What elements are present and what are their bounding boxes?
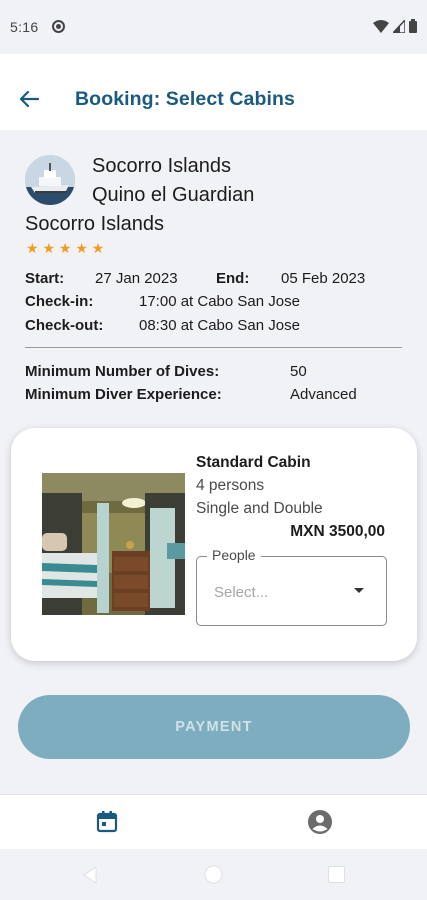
min-exp-value: Advanced — [290, 386, 357, 403]
bottom-nav — [0, 794, 427, 849]
recents-square-icon[interactable] — [328, 866, 345, 883]
checkout-value: 08:30 at Cabo San Jose — [139, 317, 300, 334]
min-dives-row: Minimum Number of Dives: — [25, 363, 219, 380]
start-row: Start: — [25, 270, 64, 287]
people-select-label: People — [207, 547, 261, 563]
signal-icon — [393, 19, 405, 33]
home-circle-icon[interactable] — [204, 865, 223, 884]
status-bar: 5:16 — [0, 0, 427, 54]
end-label: End: — [216, 270, 250, 287]
app-bar: Booking: Select Cabins — [0, 54, 427, 130]
people-select-value: Select... — [214, 584, 269, 601]
calendar-icon — [96, 811, 118, 833]
cabin-title: Standard Cabin — [196, 454, 311, 471]
system-nav-bar — [0, 849, 427, 900]
nav-bookings[interactable] — [92, 807, 122, 837]
checkin-row: Check-in: — [25, 293, 93, 310]
people-select[interactable]: People Select... — [196, 547, 387, 626]
end-value: 05 Feb 2023 — [281, 270, 366, 287]
arrow-back-icon — [19, 90, 39, 108]
checkout-label: Check-out: — [25, 317, 104, 334]
boat-avatar — [25, 155, 75, 205]
payment-button-label: PAYMENT — [175, 719, 253, 735]
notification-app-icon — [52, 20, 65, 33]
status-time: 5:16 — [10, 19, 39, 35]
start-label: Start: — [25, 270, 65, 287]
boat-name: Quino el Guardian — [92, 184, 255, 206]
back-triangle-icon[interactable] — [82, 866, 98, 884]
start-value: 27 Jan 2023 — [95, 270, 178, 287]
checkout-row: Check-out: — [25, 317, 103, 334]
min-dives-value: 50 — [290, 363, 307, 380]
cabin-card: Standard Cabin 4 persons Single and Doub… — [11, 428, 417, 661]
checkin-label: Check-in: — [25, 293, 94, 310]
cabin-price: MXN 3500,00 — [290, 523, 385, 540]
back-button[interactable] — [14, 84, 44, 114]
cabin-capacity: 4 persons — [196, 477, 265, 494]
payment-button[interactable]: PAYMENT — [18, 695, 410, 759]
destination: Socorro Islands — [25, 213, 164, 235]
battery-icon — [409, 19, 417, 33]
status-icons — [373, 19, 417, 33]
account-circle-icon — [308, 810, 332, 834]
min-dives-label: Minimum Number of Dives: — [25, 363, 220, 380]
cabin-beds: Single and Double — [196, 500, 323, 517]
divider — [25, 347, 402, 348]
star-rating: ★ ★ ★ ★ ★ — [26, 240, 105, 256]
min-exp-label: Minimum Diver Experience: — [25, 386, 222, 403]
dropdown-caret-icon — [354, 588, 364, 593]
min-exp-row: Minimum Diver Experience: — [25, 386, 222, 403]
end-row: End: — [216, 270, 249, 287]
page-title: Booking: Select Cabins — [75, 88, 295, 110]
trip-name: Socorro Islands — [92, 155, 231, 177]
checkin-value: 17:00 at Cabo San Jose — [139, 293, 300, 310]
cabin-photo — [42, 473, 185, 615]
nav-account[interactable] — [305, 807, 335, 837]
wifi-icon — [373, 19, 389, 33]
